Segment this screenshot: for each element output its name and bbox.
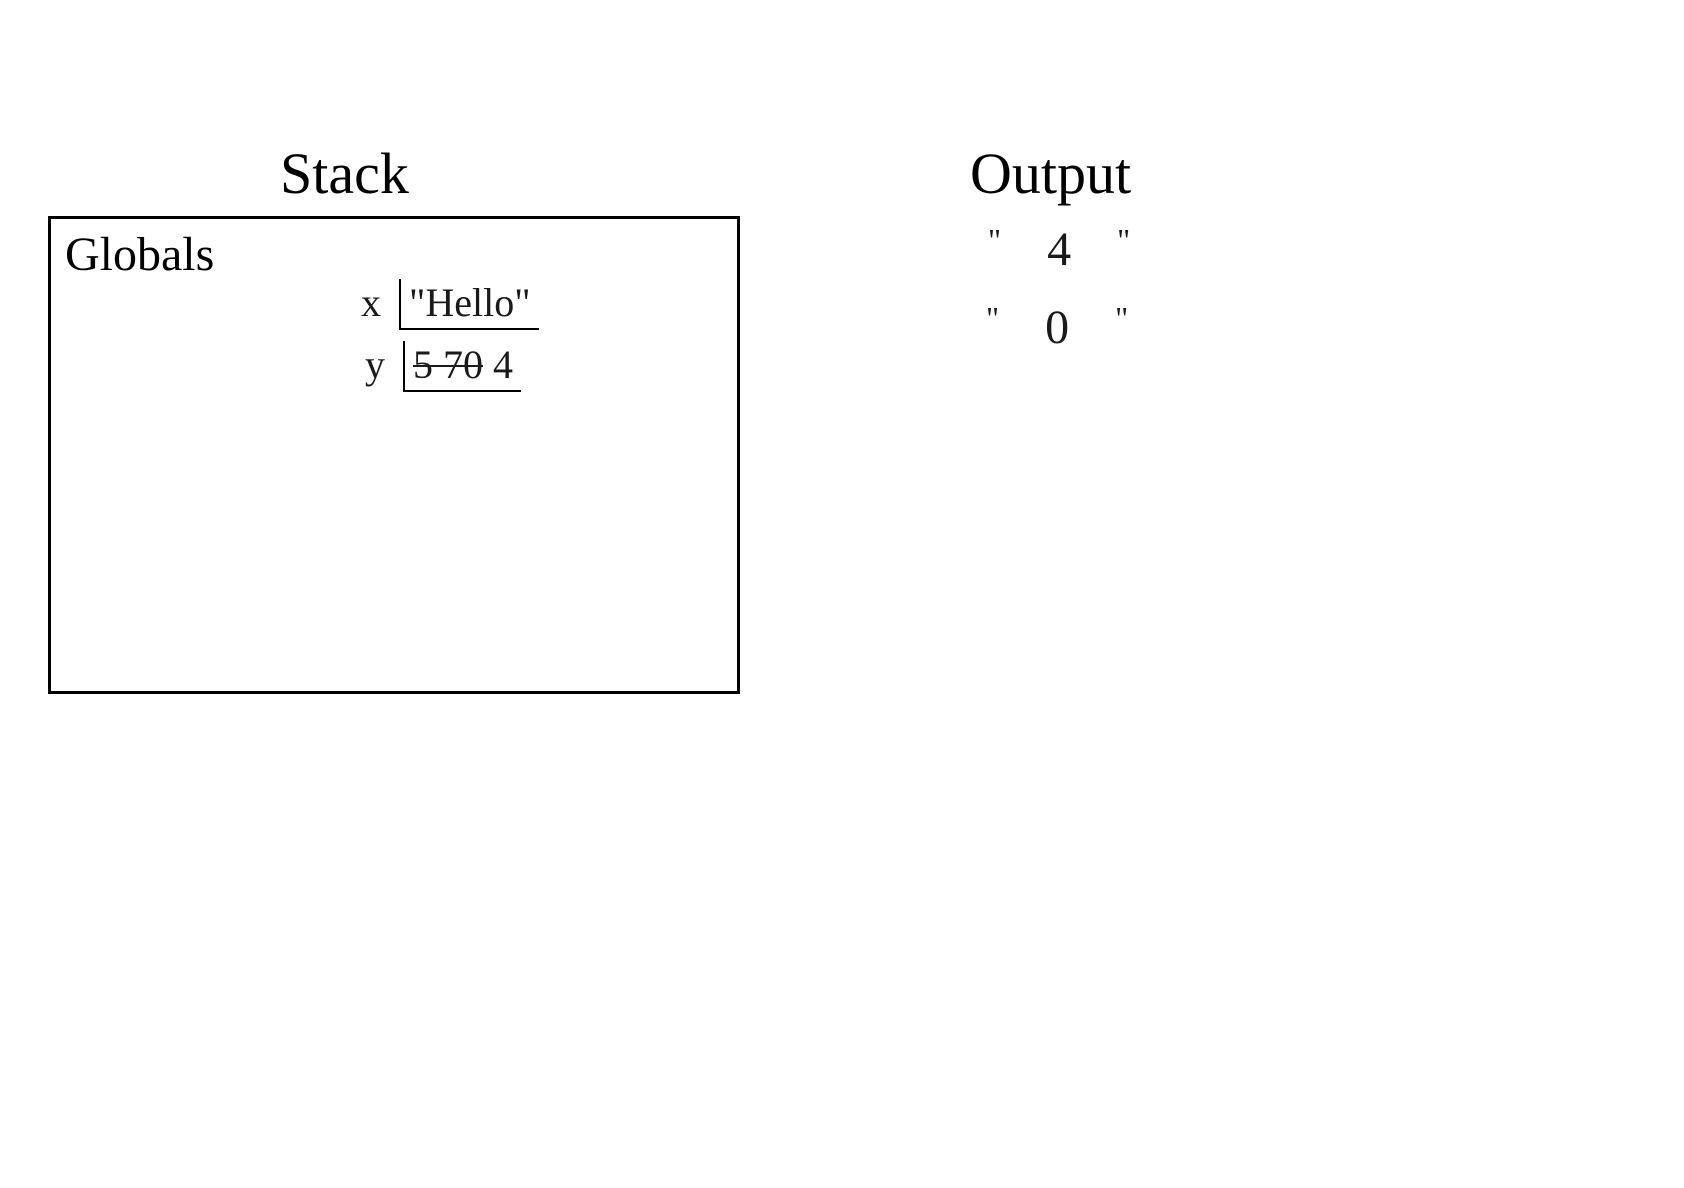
variable-x: x "Hello" <box>361 279 539 330</box>
quote-open-icon: " <box>988 222 1009 258</box>
variable-x-value-box: "Hello" <box>399 279 539 330</box>
stack-box: Globals x "Hello" y 5 70 4 <box>48 216 740 694</box>
variable-y: y 5 70 4 <box>365 341 521 392</box>
quote-open-icon: " <box>986 300 1007 336</box>
variable-y-value: 4 <box>493 342 513 387</box>
output-value-2: 0 <box>1045 301 1077 354</box>
output-line-2: " 0 " <box>968 300 1154 355</box>
stack-title: Stack <box>280 140 409 207</box>
output-value-1: 4 <box>1047 223 1079 276</box>
quote-close-icon: " <box>1117 222 1138 258</box>
output-line-1: " 4 " <box>970 222 1156 277</box>
variable-y-old-value: 5 70 <box>413 342 483 387</box>
variable-y-name: y <box>365 342 385 387</box>
variable-y-value-box: 5 70 4 <box>403 341 521 392</box>
globals-label: Globals <box>65 227 214 282</box>
quote-close-icon: " <box>1115 300 1136 336</box>
variable-x-name: x <box>361 280 381 325</box>
output-title: Output <box>970 140 1131 207</box>
